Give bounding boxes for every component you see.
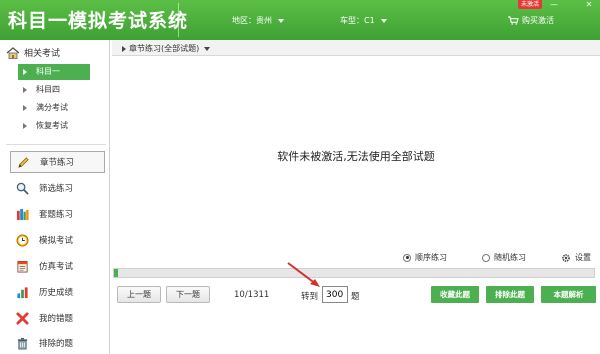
- radio-unchecked-icon[interactable]: [482, 253, 490, 262]
- tab-bar: 章节练习(全部试题): [112, 40, 600, 56]
- progress-fill: [114, 269, 118, 277]
- sidebar-item-label: 我的错题: [39, 314, 74, 324]
- related-exams-header: 相关考试: [6, 46, 60, 59]
- sidebar-item-label: 章节练习: [40, 158, 75, 168]
- sidebar-item-chapter-practice[interactable]: 章节练习: [10, 151, 105, 173]
- related-exams-label: 相关考试: [24, 49, 61, 59]
- sidebar-item-filter-practice[interactable]: 筛选练习: [10, 177, 106, 199]
- radio-checked-icon[interactable]: [403, 253, 411, 262]
- region-selector[interactable]: 地区：贵州: [232, 15, 284, 26]
- chapter-practice-dropdown[interactable]: 章节练习(全部试题): [122, 43, 211, 54]
- buy-activation-button[interactable]: 购买激活: [508, 15, 554, 26]
- tree-item-label: 满分考试: [36, 103, 68, 112]
- question-counter: 10/1311: [234, 290, 270, 300]
- chevron-down-icon: [380, 18, 387, 23]
- tab-label: 章节练习(全部试题): [129, 44, 200, 53]
- next-question-button[interactable]: 下一题: [166, 286, 210, 303]
- title-bar: 科目一模拟考试系统 地区：贵州 车型：C1 未激活 — ✕ 购买激活: [0, 0, 600, 40]
- car-type-selector[interactable]: 车型：C1: [340, 15, 387, 26]
- trash-icon: [17, 337, 28, 349]
- goto-label: 转到: [301, 292, 319, 302]
- sidebar-item-excluded-questions[interactable]: 排除的题: [10, 332, 106, 354]
- red-x-icon: [16, 311, 29, 325]
- mode-sequential-label: 顺序练习: [415, 253, 447, 262]
- books-icon: [16, 208, 29, 220]
- notebook-icon: [17, 260, 28, 272]
- not-activated-message: 软件未被激活,无法使用全部试题: [277, 150, 435, 163]
- sidebar-item-set-practice[interactable]: 套题练习: [10, 203, 106, 225]
- magnifier-icon: [16, 182, 29, 195]
- tree-item-subject-four[interactable]: 科目四: [18, 82, 90, 98]
- home-icon: [6, 46, 20, 59]
- arrow-right-icon: [122, 45, 126, 52]
- sidebar-item-mock-exam[interactable]: 模拟考试: [10, 229, 106, 251]
- progress-bar: [113, 268, 595, 278]
- goto-suffix: 题: [351, 292, 360, 302]
- tree-item-label: 恢复考试: [36, 121, 68, 130]
- sidebar-divider: [6, 144, 106, 145]
- expand-arrow-icon: [23, 105, 27, 111]
- sidebar: 相关考试 科目一 科目四 满分考试 恢复考试 章节练习 筛选练习 套题练习 模拟…: [0, 40, 110, 354]
- unactivated-badge: 未激活: [518, 0, 543, 9]
- tree-item-full-score-exam[interactable]: 满分考试: [18, 100, 90, 116]
- sidebar-item-label: 筛选练习: [39, 184, 74, 194]
- title-divider: [178, 3, 179, 37]
- bar-chart-icon: [17, 286, 28, 298]
- gear-icon: [562, 253, 570, 262]
- chevron-down-icon: [204, 46, 211, 51]
- mode-random-option[interactable]: 随机练习: [482, 252, 526, 263]
- minimize-icon[interactable]: —: [545, 0, 563, 10]
- sidebar-item-history-scores[interactable]: 历史成绩: [10, 281, 106, 303]
- chevron-down-icon: [278, 18, 284, 23]
- mode-sequential-option[interactable]: 顺序练习: [403, 252, 447, 263]
- region-label: 地区：贵州: [232, 16, 272, 25]
- annotation-arrow-icon: [287, 262, 320, 287]
- tree-item-resume-exam[interactable]: 恢复考试: [18, 118, 90, 134]
- previous-question-button[interactable]: 上一题: [117, 286, 161, 303]
- tree-item-label: 科目四: [36, 85, 60, 94]
- goto-question-input[interactable]: [322, 286, 348, 303]
- app-title: 科目一模拟考试系统: [8, 10, 189, 32]
- sidebar-item-label: 仿真考试: [39, 262, 74, 272]
- close-icon[interactable]: ✕: [580, 0, 598, 10]
- sidebar-item-label: 套题练习: [39, 210, 74, 220]
- expand-arrow-icon: [23, 87, 27, 93]
- sidebar-item-label: 模拟考试: [39, 236, 74, 246]
- sidebar-item-simulation-exam[interactable]: 仿真考试: [10, 255, 106, 277]
- buy-activation-label: 购买激活: [522, 16, 554, 25]
- mode-random-label: 随机练习: [494, 253, 526, 262]
- tree-item-label: 科目一: [36, 67, 60, 76]
- tree-item-subject-one[interactable]: 科目一: [18, 64, 90, 80]
- favorite-question-button[interactable]: 收藏此题: [431, 286, 479, 303]
- settings-button[interactable]: 设置: [561, 252, 591, 263]
- car-type-label: 车型：C1: [340, 16, 375, 25]
- sidebar-item-label: 历史成绩: [39, 288, 74, 298]
- pencil-icon: [18, 156, 29, 168]
- clock-icon: [16, 234, 29, 246]
- exclude-question-button[interactable]: 排除此题: [486, 286, 534, 303]
- sidebar-item-my-mistakes[interactable]: 我的错题: [10, 307, 106, 329]
- settings-label: 设置: [575, 253, 591, 262]
- question-explanation-button[interactable]: 本题解析: [541, 286, 596, 303]
- cart-icon: [508, 16, 519, 25]
- expand-arrow-icon: [23, 69, 27, 75]
- sidebar-item-label: 排除的题: [39, 339, 74, 349]
- expand-arrow-icon: [23, 123, 27, 129]
